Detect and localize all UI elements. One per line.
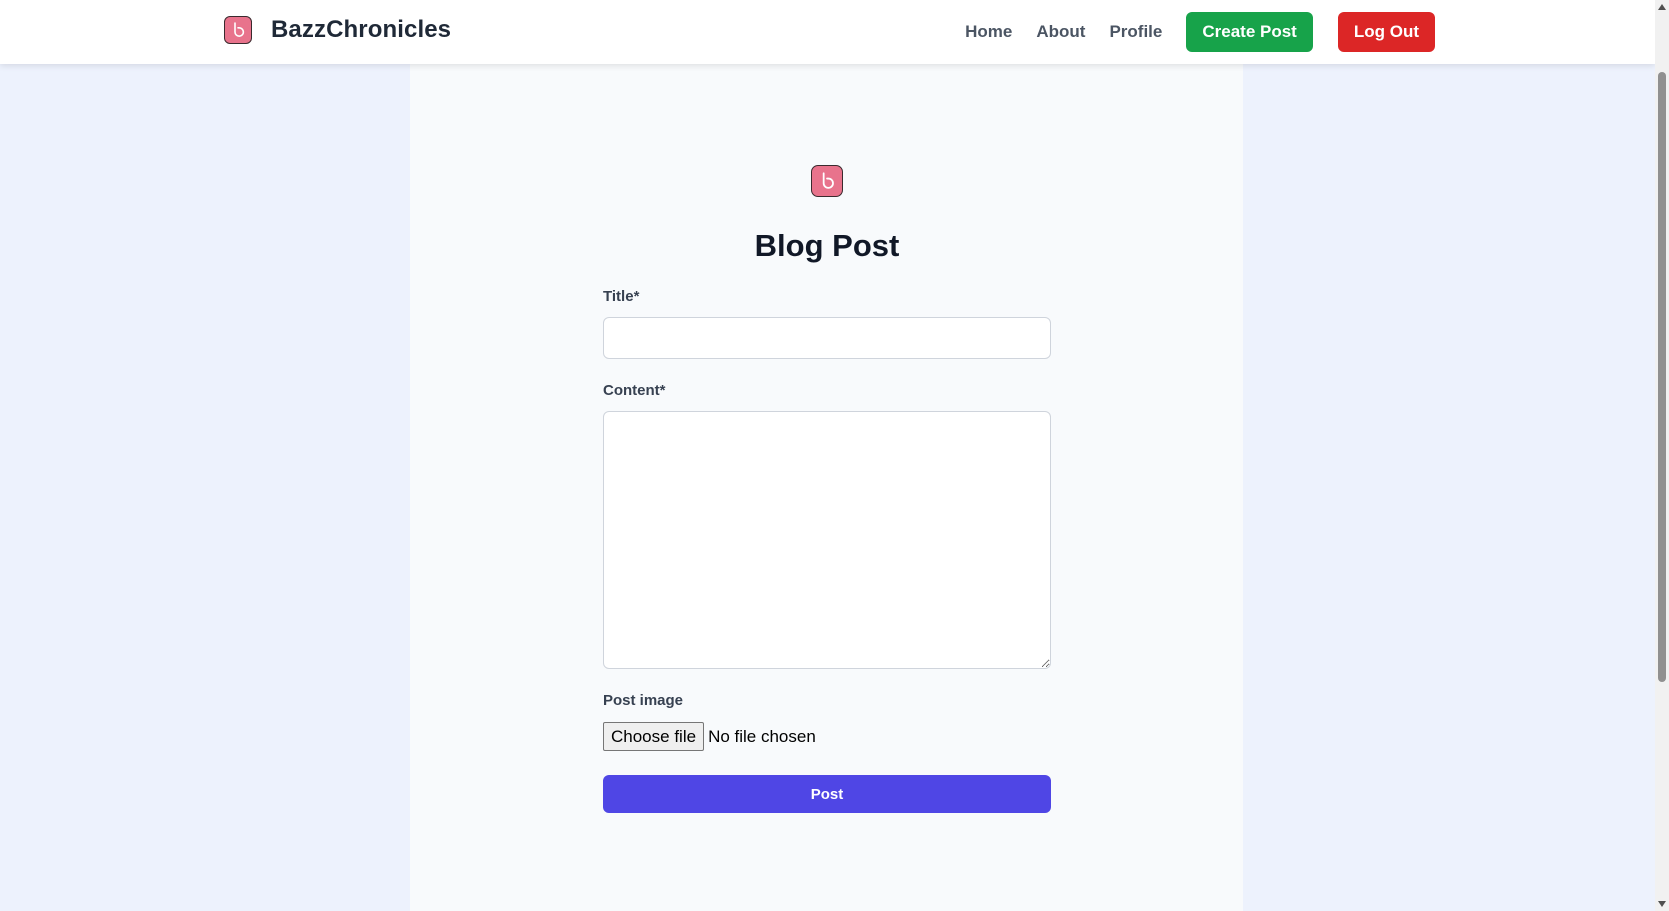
b-logo-icon [224, 16, 252, 44]
post-image-label: Post image [603, 692, 684, 709]
scroll-up-arrow-icon[interactable] [1658, 4, 1666, 10]
main-panel: Blog Post Title* Content* Post image Cho… [410, 64, 1243, 911]
navbar: BazzChronicles Home About Profile Create… [0, 0, 1655, 64]
title-label: Title* [603, 288, 640, 305]
vertical-scrollbar[interactable] [1655, 0, 1669, 911]
b-logo-icon [811, 165, 843, 197]
choose-file-button[interactable]: Choose file [603, 722, 705, 751]
file-status-text: No file chosen [708, 726, 816, 746]
scroll-thumb[interactable] [1658, 72, 1666, 682]
scroll-down-arrow-icon[interactable] [1658, 901, 1666, 907]
post-button[interactable]: Post [603, 775, 1051, 813]
log-out-button[interactable]: Log Out [1337, 12, 1435, 52]
page: BazzChronicles Home About Profile Create… [0, 0, 1669, 911]
brand-name: BazzChronicles [271, 16, 452, 43]
nav-links: Home About Profile Create Post Log Out [965, 12, 1435, 52]
title-input[interactable] [603, 317, 1051, 359]
nav-about-link[interactable]: About [1036, 22, 1085, 42]
post-image-file-input: Choose file No file chosen [603, 722, 816, 751]
content-textarea[interactable] [603, 411, 1051, 669]
nav-home-link[interactable]: Home [965, 22, 1012, 42]
brand-link[interactable]: BazzChronicles [224, 16, 451, 44]
page-title: Blog Post [754, 228, 900, 263]
content-label: Content* [603, 382, 666, 399]
create-post-button[interactable]: Create Post [1186, 12, 1313, 52]
nav-profile-link[interactable]: Profile [1109, 22, 1162, 42]
